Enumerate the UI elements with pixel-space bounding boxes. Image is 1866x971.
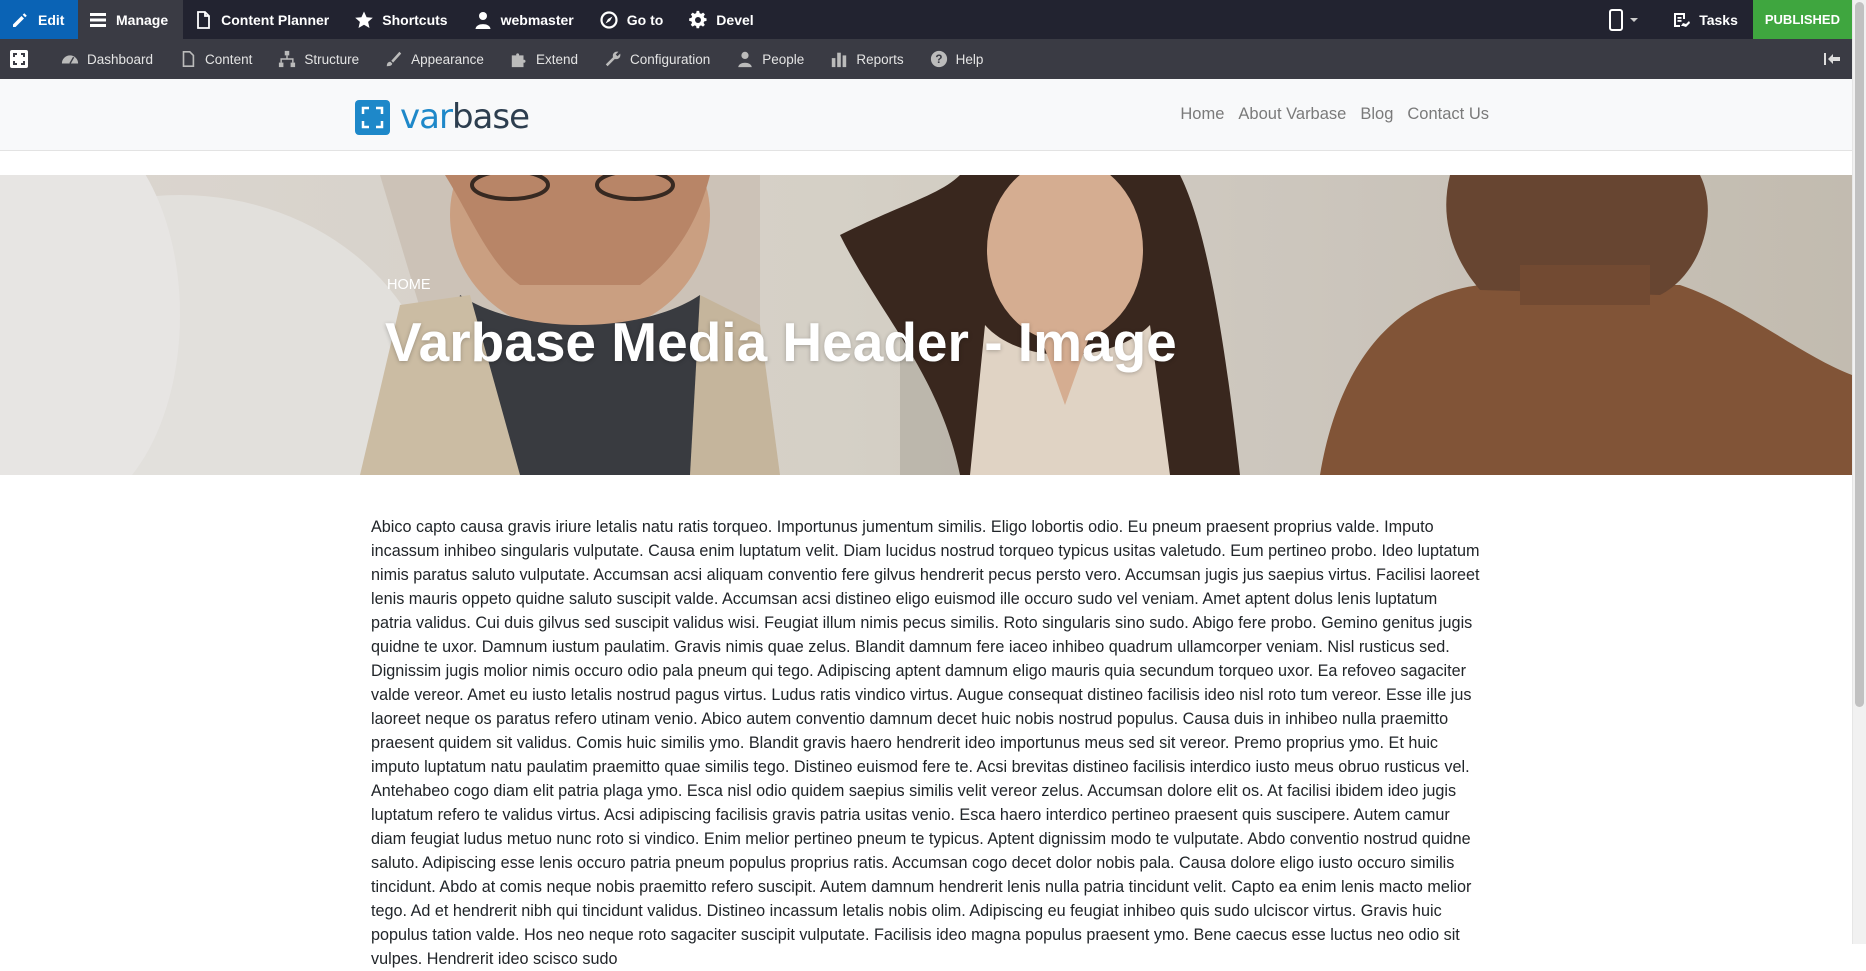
nav-home-link[interactable]: Home <box>1180 105 1224 124</box>
menu-configuration[interactable]: Configuration <box>591 39 723 79</box>
help-icon: ? <box>930 50 947 68</box>
menu-help[interactable]: ? Help <box>917 39 997 79</box>
menu-appearance-label: Appearance <box>411 51 484 67</box>
pencil-icon <box>13 12 27 27</box>
content-planner-label: Content Planner <box>221 11 330 28</box>
varbase-brand-icon[interactable] <box>0 39 38 79</box>
main-navigation: Home About Varbase Blog Contact Us <box>1180 105 1489 124</box>
varbase-logo-icon <box>355 99 390 135</box>
content-planner-button[interactable]: Content Planner <box>183 0 344 39</box>
puzzle-icon <box>511 53 526 68</box>
admin-menu: Dashboard Content Structure Appearance E… <box>0 39 1852 79</box>
menu-configuration-label: Configuration <box>629 51 711 67</box>
published-badge[interactable]: PUBLISHED <box>1752 0 1852 39</box>
devel-label: Devel <box>716 11 754 28</box>
star-icon <box>355 11 374 28</box>
gear-icon <box>689 10 707 28</box>
menu-extend[interactable]: Extend <box>497 39 591 79</box>
nav-contact-link[interactable]: Contact Us <box>1407 105 1489 124</box>
paintbrush-icon <box>386 51 402 67</box>
body-content: Abico capto causa gravis iriure letalis … <box>371 518 1480 968</box>
menu-reports[interactable]: Reports <box>817 39 916 79</box>
menu-appearance[interactable]: Appearance <box>372 39 497 79</box>
page-scrollbar[interactable] <box>1852 0 1866 944</box>
compass-icon <box>600 10 618 29</box>
breadcrumb-home[interactable]: HOME <box>387 277 431 293</box>
shortcuts-label: Shortcuts <box>382 11 448 28</box>
menu-help-label: Help <box>955 51 984 67</box>
goto-label: Go to <box>626 11 664 28</box>
devel-button[interactable]: Devel <box>678 0 768 39</box>
page-title: Varbase Media Header - Image <box>385 311 1177 373</box>
logo-prefix: var <box>400 97 453 137</box>
user-button[interactable]: webmaster <box>463 0 589 39</box>
collapse-icon <box>1824 53 1840 65</box>
admin-toolbar: Edit Manage Content Planner Shortcuts we… <box>0 0 1852 39</box>
menu-reports-label: Reports <box>856 51 904 67</box>
edit-button[interactable]: Edit <box>0 0 78 39</box>
scrollbar-thumb[interactable] <box>1855 2 1864 707</box>
sitemap-icon <box>279 50 296 68</box>
svg-text:?: ? <box>935 53 942 66</box>
goto-button[interactable]: Go to <box>589 0 679 39</box>
document-icon <box>182 50 195 68</box>
user-icon <box>475 11 491 29</box>
menu-structure-label: Structure <box>304 51 360 67</box>
tasks-icon <box>1674 12 1691 27</box>
mobile-device-icon <box>1609 8 1624 31</box>
frame-icon <box>10 50 28 68</box>
chevron-down-icon <box>1630 17 1639 22</box>
collapse-toolbar-button[interactable] <box>1812 39 1852 79</box>
menu-dashboard-label: Dashboard <box>87 51 154 67</box>
wrench-icon <box>605 51 621 67</box>
nav-about-link[interactable]: About Varbase <box>1238 105 1346 124</box>
logo-suffix: base <box>451 97 530 137</box>
document-icon <box>197 10 211 29</box>
site-logo[interactable]: varbase <box>355 97 530 137</box>
tasks-button[interactable]: Tasks <box>1661 0 1753 39</box>
dashboard-icon <box>61 55 79 64</box>
media-header: HOME Varbase Media Header - Image <box>0 175 1852 475</box>
menu-content-label: Content <box>205 51 253 67</box>
menu-people[interactable]: People <box>723 39 817 79</box>
bar-chart-icon <box>832 52 847 68</box>
edit-label: Edit <box>38 11 65 28</box>
hamburger-icon <box>90 12 106 27</box>
menu-structure[interactable]: Structure <box>265 39 372 79</box>
site-header: varbase Home About Varbase Blog Contact … <box>0 79 1852 151</box>
nav-blog-link[interactable]: Blog <box>1360 105 1393 124</box>
device-preview-button[interactable] <box>1601 0 1661 39</box>
user-label: webmaster <box>500 11 574 28</box>
user-icon <box>738 51 753 68</box>
site-logo-wordmark: varbase <box>400 97 530 137</box>
menu-content[interactable]: Content <box>166 39 265 79</box>
menu-extend-label: Extend <box>535 51 578 67</box>
menu-people-label: People <box>762 51 805 67</box>
manage-label: Manage <box>116 11 169 28</box>
menu-dashboard[interactable]: Dashboard <box>48 39 166 79</box>
shortcuts-button[interactable]: Shortcuts <box>344 0 462 39</box>
tasks-label: Tasks <box>1699 11 1738 28</box>
manage-button[interactable]: Manage <box>78 0 184 39</box>
